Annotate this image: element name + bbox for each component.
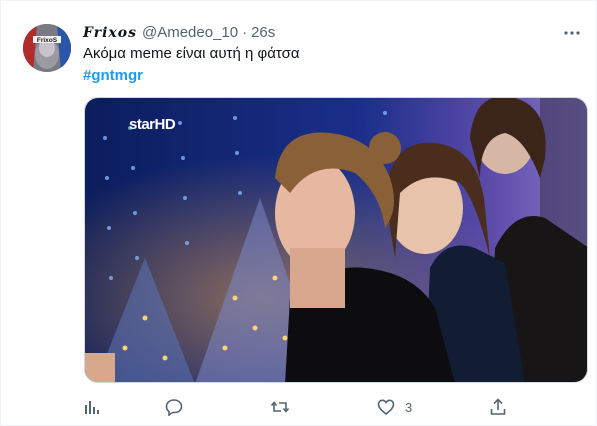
retweet-button[interactable] bbox=[271, 395, 289, 419]
analytics-icon bbox=[85, 401, 99, 414]
more-options-button[interactable] bbox=[560, 23, 584, 43]
avatar[interactable]: FrixoS bbox=[23, 24, 71, 72]
reply-icon bbox=[165, 399, 183, 416]
user-handle[interactable]: @Amedeo_10 bbox=[142, 23, 238, 43]
tweet-actions: 3 bbox=[83, 395, 523, 419]
hashtag-link[interactable]: #gntmgr bbox=[83, 66, 143, 86]
tweet-card[interactable]: FrixoS Frixos @Amedeo_10 · 26s Ακόμα mem… bbox=[0, 0, 597, 426]
separator: · bbox=[242, 24, 248, 41]
tweet-header: Frixos @Amedeo_10 · 26s bbox=[83, 23, 275, 43]
share-button[interactable] bbox=[489, 395, 507, 419]
tweet-image[interactable]: starHD bbox=[84, 97, 588, 383]
channel-logo: starHD bbox=[129, 116, 176, 133]
display-name[interactable]: Frixos bbox=[83, 23, 137, 43]
like-button[interactable]: 3 bbox=[377, 395, 412, 419]
heart-icon bbox=[377, 399, 395, 416]
tweet-text: Ακόμα meme είναι αυτή η φάτσα bbox=[83, 45, 300, 62]
more-icon bbox=[564, 31, 580, 35]
share-icon bbox=[490, 398, 506, 415]
like-count: 3 bbox=[405, 399, 413, 415]
analytics-button[interactable] bbox=[83, 395, 101, 419]
avatar-label: FrixoS bbox=[37, 37, 58, 44]
timestamp[interactable]: 26s bbox=[251, 23, 275, 43]
reply-button[interactable] bbox=[165, 395, 183, 419]
retweet-icon bbox=[271, 401, 289, 413]
